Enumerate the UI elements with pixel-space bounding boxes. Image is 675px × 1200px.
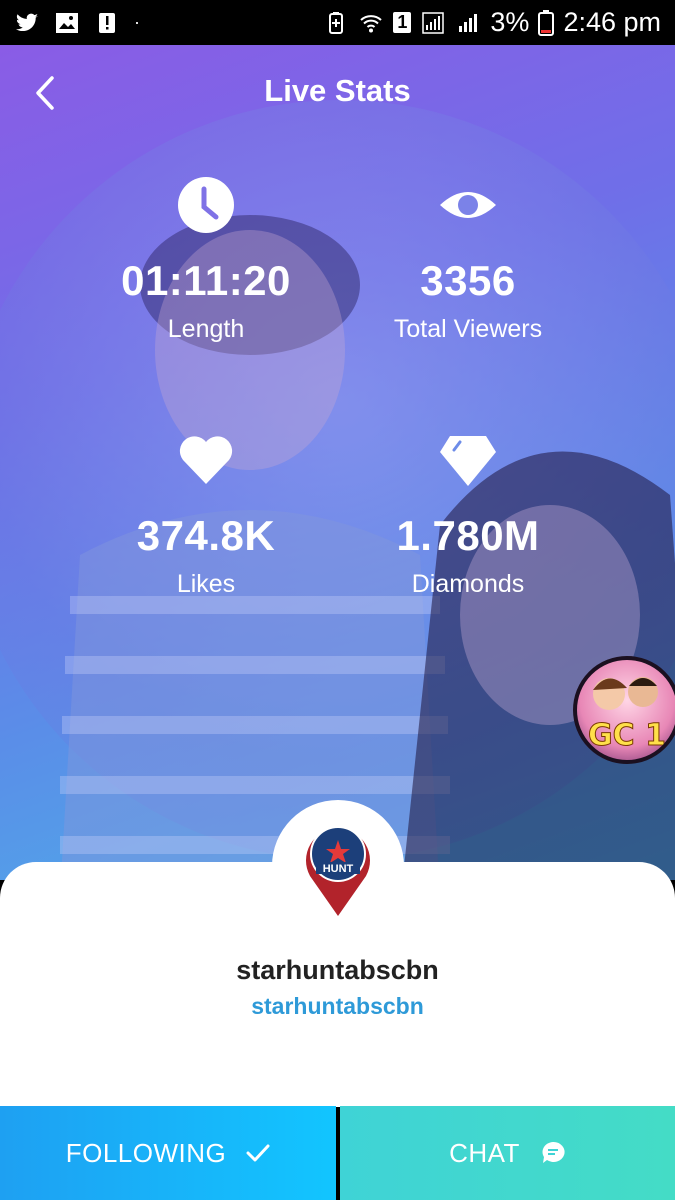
notification-dot: · xyxy=(134,12,140,32)
status-bar: · 1 3% 2:46 pm xyxy=(0,0,675,45)
floating-group-chat-badge[interactable]: GC 1 xyxy=(573,656,675,764)
profile-name: starhuntabscbn xyxy=(236,955,439,985)
stat-length-value: 01:11:20 xyxy=(121,257,291,304)
stat-length-label: Length xyxy=(167,315,245,343)
battery-saver-icon xyxy=(329,11,344,34)
profile-handle[interactable]: starhuntabscbn xyxy=(0,993,675,1020)
stat-viewers-value: 3356 xyxy=(420,257,516,304)
stat-diamonds-value: 1.780M xyxy=(396,512,540,559)
twitter-icon xyxy=(16,13,38,31)
following-label: FOLLOWING xyxy=(65,1137,227,1168)
stat-diamonds: 1.780M Diamonds xyxy=(338,430,598,599)
stat-viewers: 3356 Total Viewers xyxy=(338,175,598,344)
diamond-icon xyxy=(440,436,496,486)
image-icon xyxy=(56,12,78,33)
stat-viewers-label: Total Viewers xyxy=(393,315,543,343)
battery-percent: 3% xyxy=(490,7,530,37)
sim-badge: 1 xyxy=(393,12,412,33)
stat-likes-value: 374.8K xyxy=(136,512,276,559)
svg-text:HUNT: HUNT xyxy=(323,863,354,875)
stat-likes-label: Likes xyxy=(176,570,236,598)
signal-strength-icon xyxy=(459,13,478,32)
header: Live Stats xyxy=(0,45,675,140)
badge-faces-icon xyxy=(593,677,658,710)
following-button[interactable]: FOLLOWING xyxy=(0,1106,336,1200)
eye-icon xyxy=(440,192,496,218)
chat-button[interactable]: CHAT xyxy=(340,1106,675,1200)
badge-text: GC 1 xyxy=(588,718,667,754)
clock-icon xyxy=(178,177,234,233)
heart-icon xyxy=(179,436,233,484)
page-title: Live Stats xyxy=(264,73,411,108)
chat-label: CHAT xyxy=(449,1137,520,1168)
signal-icon xyxy=(422,11,445,34)
star-hunt-logo[interactable]: HUNT xyxy=(298,818,378,918)
clock-time: 2:46 pm xyxy=(563,7,661,37)
battery-icon xyxy=(538,9,555,36)
stat-length: 01:11:20 Length xyxy=(76,175,336,344)
wifi-icon xyxy=(360,14,383,32)
chat-bubble-icon xyxy=(542,1141,565,1163)
alert-icon xyxy=(99,12,115,33)
stat-likes: 374.8K Likes xyxy=(76,430,336,599)
check-icon xyxy=(246,1144,270,1162)
stat-diamonds-label: Diamonds xyxy=(411,570,525,598)
